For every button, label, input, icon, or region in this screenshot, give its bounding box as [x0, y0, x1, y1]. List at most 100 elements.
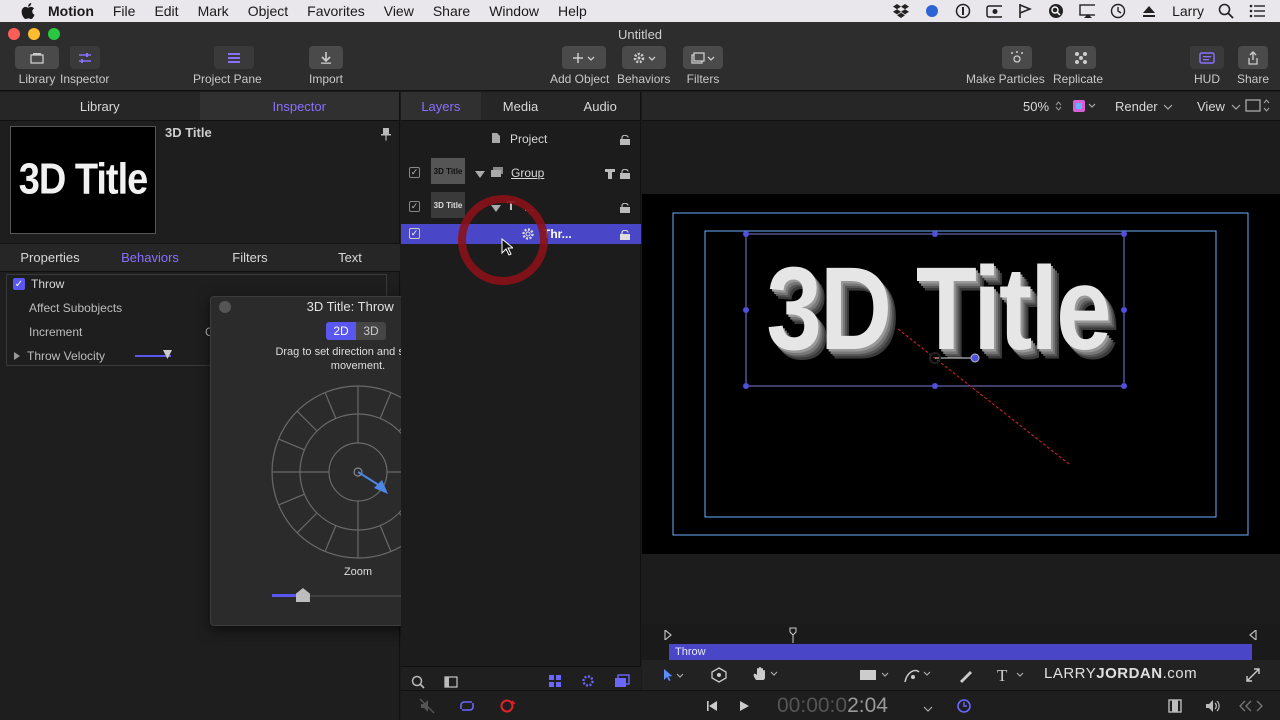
time-machine-icon[interactable]	[1110, 3, 1126, 19]
mute-audio-icon[interactable]	[419, 698, 435, 717]
record-icon[interactable]	[499, 698, 517, 717]
render-menu[interactable]: Render	[1115, 99, 1173, 114]
menu-object[interactable]: Object	[248, 3, 288, 19]
text-visibility-checkbox[interactable]: ✓	[409, 201, 420, 212]
flag-icon[interactable]	[1017, 3, 1033, 19]
add-object-toolbar-button[interactable]: Add Object	[550, 46, 609, 86]
zoom-slider-thumb[interactable]	[295, 588, 310, 602]
throw-velocity-slider[interactable]	[135, 355, 171, 357]
tab-inspector[interactable]: Inspector	[199, 92, 399, 120]
keyframe-nav-icon[interactable]	[1239, 699, 1265, 716]
view-menu[interactable]: View	[1197, 99, 1241, 114]
project-pane-toolbar-button[interactable]: Project Pane	[193, 46, 262, 86]
menu-app-name[interactable]: Motion	[48, 3, 94, 19]
text-tool-icon[interactable]: T	[996, 666, 1028, 687]
behaviors-toolbar-button[interactable]: Behaviors	[617, 46, 670, 86]
notification-center-icon[interactable]	[1249, 3, 1265, 19]
behaviors-toolbar-label: Behaviors	[617, 72, 671, 86]
pin-icon[interactable]	[381, 127, 391, 144]
timecode-menu-chevron-icon[interactable]	[923, 702, 933, 716]
tab-filters[interactable]: Filters	[200, 244, 300, 271]
add-filter-icon[interactable]	[614, 674, 630, 691]
filters-toolbar-button[interactable]: Filters	[683, 46, 723, 86]
tab-layers[interactable]: Layers	[401, 92, 481, 120]
tab-library[interactable]: Library	[0, 92, 200, 120]
throw-behavior-row[interactable]: ✓ Throw	[13, 273, 64, 295]
add-behavior-icon[interactable]	[581, 674, 595, 691]
layer-row-group[interactable]: ✓ 3D Title Group	[401, 156, 641, 190]
menu-help[interactable]: Help	[558, 3, 587, 19]
pan-hand-icon[interactable]	[752, 666, 780, 685]
tab-behaviors[interactable]: Behaviors	[100, 244, 200, 271]
hud-toolbar-button[interactable]: HUD	[1190, 46, 1224, 86]
mode-3d-button[interactable]: 3D	[356, 322, 386, 340]
replicate-toolbar-button[interactable]: Replicate	[1053, 46, 1103, 86]
2d-3d-toggle[interactable]: 2D 3D	[326, 322, 386, 340]
color-channels-icon[interactable]	[1072, 99, 1096, 116]
paint-stroke-icon[interactable]	[958, 667, 974, 686]
menu-view[interactable]: View	[384, 3, 414, 19]
airplay-icon[interactable]	[1079, 3, 1096, 19]
inspector-sub-tabs: Properties Behaviors Filters Text	[0, 243, 400, 272]
throw-enabled-checkbox[interactable]: ✓	[13, 278, 25, 290]
throw-enabled-checkbox[interactable]: ✓	[409, 228, 420, 239]
add-group-icon[interactable]	[548, 674, 562, 691]
disclosure-triangle-icon[interactable]	[13, 349, 21, 363]
bezier-pen-icon[interactable]	[903, 666, 933, 687]
canvas-viewer[interactable]: 3D Title	[642, 194, 1280, 554]
group-visibility-checkbox[interactable]: ✓	[409, 167, 420, 178]
lock-icon[interactable]	[619, 134, 631, 145]
user-menu[interactable]: Larry	[1172, 3, 1204, 19]
select-arrow-icon[interactable]	[662, 668, 686, 685]
eject-icon[interactable]	[1141, 3, 1157, 19]
play-range-icon[interactable]	[956, 698, 972, 717]
in-point-marker[interactable]	[664, 629, 672, 643]
audio-volume-icon[interactable]	[1205, 699, 1221, 716]
share-toolbar-button[interactable]: Share	[1237, 46, 1269, 86]
adjust-3d-icon[interactable]	[710, 667, 728, 686]
dropbox-icon[interactable]	[893, 3, 910, 19]
info-circle-icon[interactable]	[955, 3, 971, 19]
isolate-icon[interactable]	[605, 168, 615, 182]
play-icon[interactable]	[738, 700, 750, 715]
timecode-display[interactable]: 00:00:02:04	[777, 694, 888, 718]
screen-record-icon[interactable]	[986, 3, 1003, 19]
lock-icon[interactable]	[619, 229, 631, 240]
layer-row-project[interactable]: Project	[401, 122, 641, 156]
disclosure-down-icon[interactable]	[475, 168, 485, 182]
shape-rectangle-icon[interactable]	[859, 668, 891, 685]
lock-icon[interactable]	[619, 168, 631, 179]
menu-mark[interactable]: Mark	[198, 3, 229, 19]
spotlight-search-icon[interactable]	[1218, 3, 1234, 19]
throw-velocity-row[interactable]: Throw Velocity	[13, 345, 105, 367]
throw-behavior-label: Throw	[31, 277, 65, 291]
menu-file[interactable]: File	[113, 3, 136, 19]
menu-window[interactable]: Window	[489, 3, 539, 19]
out-point-marker[interactable]	[1249, 629, 1257, 643]
group-thumbnail: 3D Title	[431, 158, 465, 184]
loop-playback-icon[interactable]	[458, 699, 476, 716]
menu-share[interactable]: Share	[433, 3, 470, 19]
inspector-toolbar-button[interactable]: Inspector	[60, 46, 109, 86]
tab-media[interactable]: Media	[481, 92, 561, 120]
zoom-level-popup[interactable]: 50%	[1023, 99, 1062, 114]
search-app-icon[interactable]	[1048, 3, 1064, 19]
tab-audio[interactable]: Audio	[560, 92, 640, 120]
expand-icon[interactable]	[1246, 668, 1260, 685]
mode-2d-button[interactable]: 2D	[326, 322, 356, 340]
apple-menu-icon[interactable]	[20, 3, 36, 19]
film-strip-icon[interactable]	[1168, 699, 1182, 716]
mini-timeline[interactable]: Throw	[642, 624, 1280, 660]
throw-timeline-bar[interactable]: Throw	[669, 644, 1252, 660]
menu-edit[interactable]: Edit	[154, 3, 178, 19]
view-layout-icon[interactable]	[1245, 99, 1271, 116]
lock-icon[interactable]	[619, 202, 631, 213]
make-particles-toolbar-button[interactable]: Make Particles	[966, 46, 1045, 86]
menu-favorites[interactable]: Favorites	[307, 3, 365, 19]
library-toolbar-button[interactable]: Library	[15, 46, 59, 86]
go-to-start-icon[interactable]	[706, 700, 718, 715]
tab-properties[interactable]: Properties	[0, 244, 100, 271]
import-toolbar-button[interactable]: Import	[309, 46, 343, 86]
status-blue-icon[interactable]	[924, 3, 940, 19]
tab-text[interactable]: Text	[300, 244, 400, 271]
